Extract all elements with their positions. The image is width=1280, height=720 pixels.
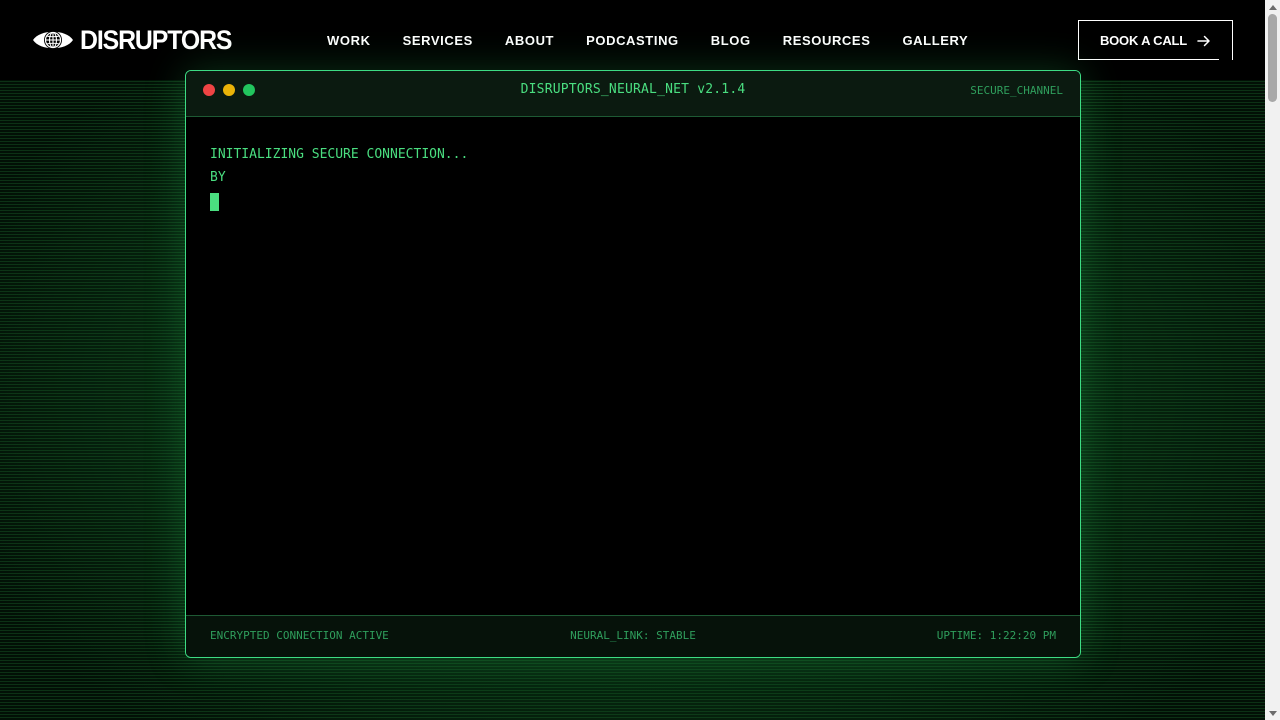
terminal-cursor (210, 193, 219, 211)
eye-globe-icon (33, 31, 73, 49)
nav-item-about[interactable]: ABOUT (505, 33, 554, 48)
terminal-status-bar: ENCRYPTED CONNECTION ACTIVE NEURAL_LINK:… (186, 615, 1080, 657)
nav-item-resources[interactable]: RESOURCES (783, 33, 871, 48)
page-scrollbar[interactable] (1265, 0, 1280, 720)
book-a-call-label: BOOK A CALL (1099, 33, 1188, 48)
logo[interactable]: DISRUPTORS (32, 24, 245, 56)
channel-label: SECURE_CHANNEL (970, 84, 1063, 97)
nav-item-gallery[interactable]: GALLERY (902, 33, 968, 48)
nav-item-blog[interactable]: BLOG (711, 33, 751, 48)
main-nav: WORK SERVICES ABOUT PODCASTING BLOG RESO… (327, 30, 968, 50)
arrow-right-icon (1197, 35, 1210, 46)
terminal-window: DISRUPTORS_NEURAL_NET v2.1.4 SECURE_CHAN… (185, 70, 1081, 658)
terminal-title: DISRUPTORS_NEURAL_NET v2.1.4 (520, 82, 746, 97)
brand-name: DISRUPTORS (80, 24, 232, 55)
scroll-up-icon[interactable] (1265, 0, 1280, 14)
uptime-readout: UPTIME: 1:22:20 PM (936, 629, 1056, 642)
site-header: DISRUPTORS WORK SERVICES ABOUT PODCASTIN… (0, 0, 1265, 80)
terminal-output[interactable]: INITIALIZING SECURE CONNECTION... BY (210, 143, 468, 211)
book-a-call-button[interactable]: BOOK A CALL (1078, 20, 1233, 60)
nav-item-podcasting[interactable]: PODCASTING (586, 33, 679, 48)
scrollbar-thumb[interactable] (1268, 14, 1277, 102)
nav-item-services[interactable]: SERVICES (403, 33, 473, 48)
terminal-line: INITIALIZING SECURE CONNECTION... (210, 147, 469, 162)
terminal-title-bar: DISRUPTORS_NEURAL_NET v2.1.4 SECURE_CHAN… (186, 71, 1080, 117)
scroll-down-icon[interactable] (1265, 706, 1280, 720)
nav-item-work[interactable]: WORK (327, 33, 371, 48)
terminal-line: BY (210, 170, 226, 185)
